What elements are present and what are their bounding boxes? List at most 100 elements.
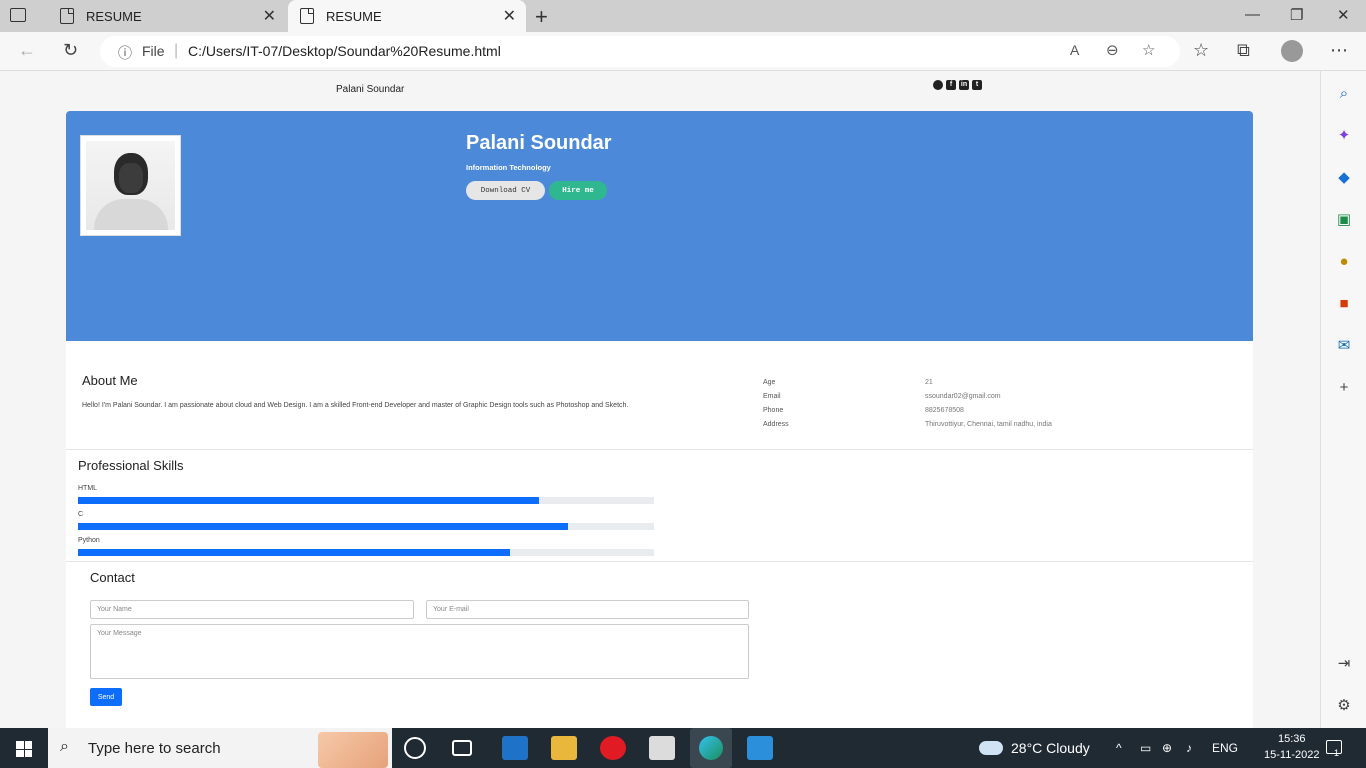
close-tab-icon[interactable]: ✕ [263,6,276,26]
refresh-icon[interactable]: ↻ [63,40,78,61]
close-tab-icon[interactable]: ✕ [503,6,516,26]
message-textarea[interactable]: Your Message [90,624,749,679]
hide-sidebar-icon[interactable]: ⇥ [1334,653,1354,673]
notification-count: 1 [1334,748,1340,758]
hire-me-button[interactable]: Hire me [549,181,607,200]
skill-fill [78,497,539,504]
tab-resume-2[interactable]: RESUME ✕ [288,0,526,32]
download-cv-button[interactable]: Download CV [466,181,545,200]
favorites-icon[interactable]: ☆ [1193,40,1209,61]
read-aloud-icon[interactable]: A [1070,42,1079,58]
skills-heading: Professional Skills [78,458,184,473]
tab-actions-icon[interactable] [10,8,26,22]
skill-bar-python [78,549,654,556]
outlook-icon[interactable]: ✉ [1334,335,1354,355]
office-icon[interactable]: ■ [1334,293,1354,313]
social-links: f in t [933,80,982,90]
tab-bar: RESUME ✕ RESUME ✕ + — ❐ ✕ [0,0,1366,32]
new-tab-button[interactable]: + [535,4,548,30]
info-value-email: ssoundar02@gmail.com [925,393,1001,400]
nav-brand[interactable]: Palani Soundar [336,84,404,95]
send-button[interactable]: Send [90,688,122,706]
linkedin-icon[interactable]: in [959,80,969,90]
edge-active-slot[interactable] [690,728,732,768]
edge-icon [699,736,723,760]
tab-resume-1[interactable]: RESUME ✕ [48,0,286,32]
hero-title: Information Technology [466,163,551,172]
vscode-icon[interactable] [747,736,773,760]
skill-label-c: C [78,511,84,518]
url-divider: | [174,42,179,59]
opera-icon[interactable] [600,736,626,760]
url-box[interactable]: ⓘ File | C:/Users/IT-07/Desktop/Soundar%… [100,36,1180,67]
clock[interactable]: 15:36 15-11-2022 [1264,731,1319,763]
divider [66,449,1253,450]
tab-label: RESUME [326,8,382,24]
minimize-button[interactable]: — [1245,6,1260,23]
chevron-up-icon[interactable]: ^ [1116,741,1122,755]
cortana-icon[interactable] [404,737,426,759]
collections-icon[interactable]: ⧉ [1237,40,1250,61]
games-icon[interactable]: ● [1334,251,1354,271]
more-icon[interactable]: ⋯ [1330,40,1348,61]
info-value-address: Thiruvottiyur, Chennai, tamil nadhu, ind… [925,421,1052,428]
discover-icon[interactable]: ✦ [1334,125,1354,145]
twitter-icon[interactable]: t [972,80,982,90]
skill-fill [78,549,510,556]
close-window-button[interactable]: ✕ [1337,6,1350,24]
tab-label: RESUME [86,8,142,24]
about-heading: About Me [82,373,138,388]
zoom-icon[interactable]: ⊖ [1106,41,1119,59]
skill-fill [78,523,568,530]
restore-button[interactable]: ❐ [1290,6,1303,24]
back-icon[interactable]: ← [18,40,36,61]
taskbar-search[interactable]: ⌕ Type here to search [48,728,392,768]
volume-icon[interactable]: ♪ [1186,741,1192,755]
url-text[interactable]: C:/Users/IT-07/Desktop/Soundar%20Resume.… [188,43,501,59]
add-favorite-icon[interactable]: ☆ [1142,41,1155,59]
battery-icon[interactable]: ▭ [1140,741,1151,755]
skill-bar-html [78,497,654,504]
info-key-address: Address [763,421,789,428]
network-icon[interactable]: ⊕ [1162,741,1172,755]
about-text: Hello! I'm Palani Soundar. I am passiona… [82,402,629,409]
clock-time: 15:36 [1277,733,1306,745]
contact-heading: Contact [90,570,135,585]
shopping-icon[interactable]: ◆ [1334,167,1354,187]
profile-avatar[interactable] [1281,40,1303,62]
cloud-icon [979,741,1003,755]
info-value-phone: 8825678508 [925,407,964,414]
resume-card: Palani Soundar Information Technology Do… [66,111,1253,728]
mail-icon[interactable] [502,736,528,760]
language-indicator[interactable]: ENG [1212,741,1238,755]
add-icon[interactable]: + [1334,377,1354,397]
search-placeholder: Type here to search [88,740,221,757]
info-key-age: Age [763,379,776,386]
info-key-email: Email [763,393,781,400]
facebook-icon[interactable]: f [946,80,956,90]
browser-sidebar: ⌕ ✦ ◆ ▣ ● ■ ✉ + ⇥ ⚙ [1320,71,1366,728]
hero-section: Palani Soundar Information Technology Do… [66,111,1253,341]
skill-bar-c [78,523,654,530]
file-explorer-icon[interactable] [551,736,577,760]
github-icon[interactable] [933,80,943,90]
divider [66,561,1253,562]
info-key-phone: Phone [763,407,784,414]
taskbar: ⌕ Type here to search 28°C Cloudy ^ ▭ ⊕ … [0,728,1366,768]
document-icon[interactable] [649,736,675,760]
email-input[interactable]: Your E-mail [426,600,749,619]
name-input[interactable]: Your Name [90,600,414,619]
weather-text[interactable]: 28°C Cloudy [1011,740,1090,756]
tools-icon[interactable]: ▣ [1334,209,1354,229]
info-icon[interactable]: ⓘ [118,43,132,63]
windows-start-icon[interactable] [16,741,32,757]
settings-icon[interactable]: ⚙ [1334,695,1354,715]
address-bar: ← ↻ ⓘ File | C:/Users/IT-07/Desktop/Soun… [0,32,1366,71]
page-icon [300,8,314,24]
task-view-icon[interactable] [452,740,472,756]
page-icon [60,8,74,24]
skill-label-python: Python [78,537,100,544]
search-icon[interactable]: ⌕ [1334,83,1354,103]
hero-name: Palani Soundar [466,132,612,154]
search-icon: ⌕ [60,738,69,755]
